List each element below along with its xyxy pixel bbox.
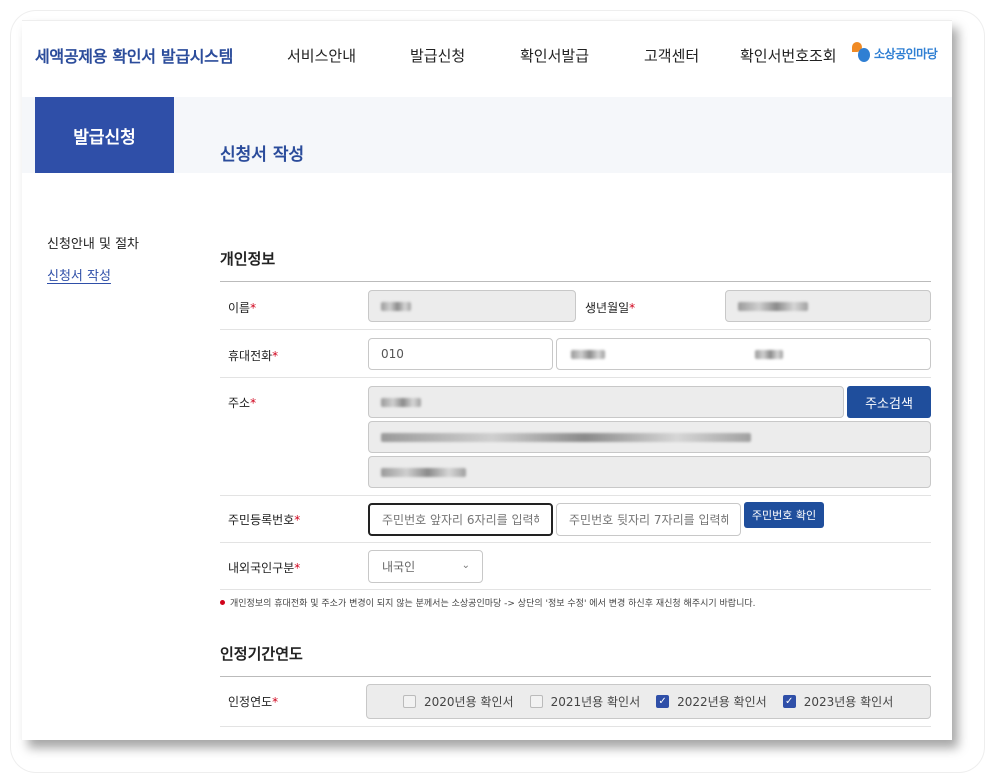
sidebar-item-application-form[interactable]: 신청서 작성 [47,265,139,284]
masked-name [381,301,411,311]
year-2022-option[interactable]: ✓ 2022년용 확인서 [656,693,767,710]
top-header: 세액공제용 확인서 발급시스템 서비스안내 발급신청 확인서발급 고객센터 확인… [22,20,952,89]
year-checkbox-group: 2020년용 확인서 2021년용 확인서 ✓ 2022년용 확인서 ✓ 202… [366,684,931,719]
birth-field [725,290,931,322]
rrn-confirm-button[interactable]: 주민번호 확인 [744,502,824,528]
divider [220,329,931,330]
year-2021-option[interactable]: 2021년용 확인서 [529,693,640,710]
personal-info-title: 개인정보 [220,250,276,268]
masked-address-detail [381,467,466,477]
period-section-title: 인정기간연도 [220,645,303,663]
name-field [368,290,576,322]
masked-birthdate [738,301,808,311]
logo-text: 소상공인마당 [874,46,938,61]
address-detail-field [368,456,931,488]
rrn-back-input[interactable] [556,503,741,536]
nav-service-info[interactable]: 서비스안내 [287,45,356,66]
masked-phone-middle [571,349,605,359]
application-page: 세액공제용 확인서 발급시스템 서비스안내 발급신청 확인서발급 고객센터 확인… [22,20,952,740]
phone-prefix-field[interactable]: 010 [368,338,553,370]
residency-label: 내외국인구분* [228,561,301,575]
rrn-front-input[interactable] [368,503,553,536]
address-label: 주소* [228,396,257,410]
name-label: 이름* [228,301,257,315]
sosanggongin-logo[interactable]: 소상공인마당 [850,42,938,64]
checkbox-checked-icon[interactable]: ✓ [656,695,670,708]
phone-label: 휴대전화* [228,349,279,363]
masked-address [381,432,751,442]
nav-certificate-number-lookup[interactable]: 확인서번호조회 [740,45,837,66]
postcode-field [368,386,844,418]
notice-bullet-icon [220,600,225,605]
divider [220,676,931,677]
birth-label: 생년월일* [585,301,636,315]
checkbox-icon[interactable] [403,695,416,708]
checkbox-icon[interactable] [529,695,543,708]
divider [220,726,931,727]
notice-text: 개인정보의 휴대전화 및 주소가 변경이 되지 않는 분께서는 소상공인마당 -… [230,599,756,609]
masked-postcode [381,397,421,407]
divider [220,377,931,378]
nav-apply[interactable]: 발급신청 [410,45,465,66]
rrn-label: 주민등록번호* [228,513,301,527]
site-brand[interactable]: 세액공제용 확인서 발급시스템 [35,43,233,67]
masked-phone-last [755,349,783,359]
logo-mark-icon [850,42,872,64]
residency-select[interactable]: 내국인 ⌄ [368,550,483,583]
info-change-notice: 개인정보의 휴대전화 및 주소가 변경이 되지 않는 분께서는 소상공인마당 -… [220,596,756,609]
address-search-button[interactable]: 주소검색 [847,386,931,418]
page-title: 신청서 작성 [220,145,305,165]
sidebar-menu: 신청안내 및 절차 신청서 작성 [47,233,139,297]
address-line1-field [368,421,931,453]
nav-customer-center[interactable]: 고객센터 [644,45,699,66]
year-2023-option[interactable]: ✓ 2023년용 확인서 [782,693,893,710]
checkbox-checked-icon[interactable]: ✓ [782,695,796,708]
divider [220,589,931,590]
divider [220,281,931,282]
sidebar-title: 발급신청 [35,97,174,173]
nav-certificate-issue[interactable]: 확인서발급 [520,45,589,66]
chevron-down-icon: ⌄ [461,560,470,571]
residency-selected-value: 내국인 [382,560,416,574]
phone-number-field[interactable] [556,338,931,370]
sidebar-item-guide[interactable]: 신청안내 및 절차 [47,233,139,252]
divider [220,495,931,496]
year-label: 인정연도* [228,695,279,709]
year-2020-option[interactable]: 2020년용 확인서 [403,693,514,710]
divider [220,542,931,543]
